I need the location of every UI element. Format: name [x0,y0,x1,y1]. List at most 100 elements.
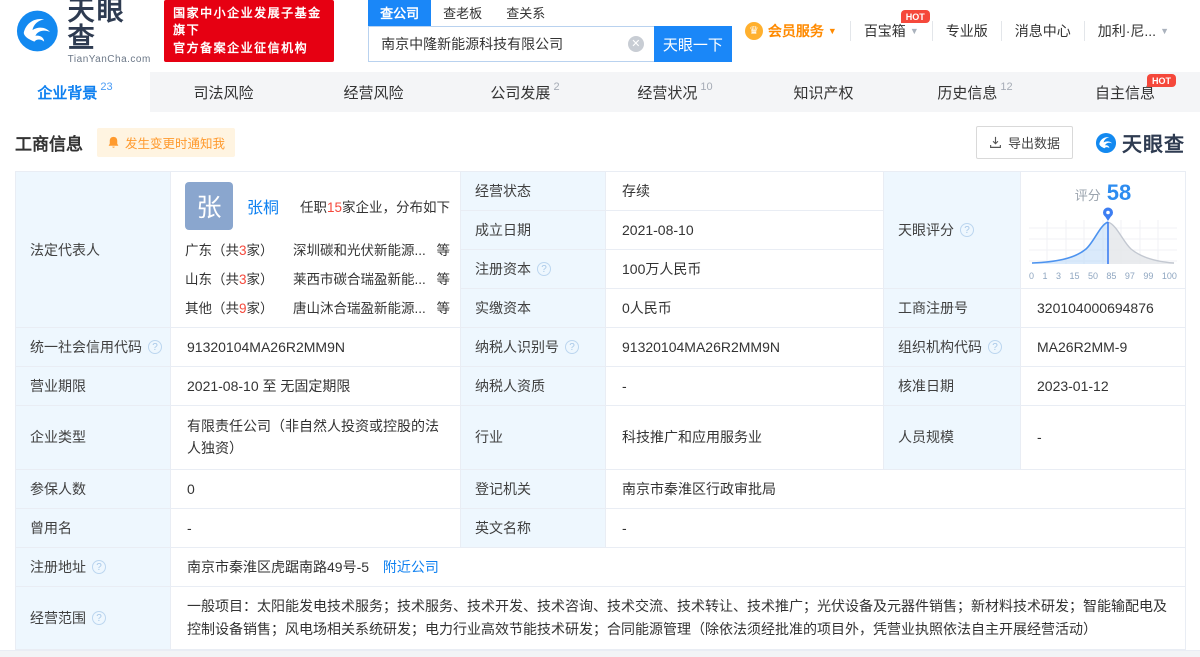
founded-value: 2021-08-10 [605,210,884,250]
business-scope-label: 经营范围? [15,585,171,650]
table-row: 企业类型 有限责任公司（非自然人投资或控股的法人独资） 行业 科技推广和应用服务… [15,405,1186,470]
download-icon [990,136,1001,148]
bell-icon [108,136,119,148]
score-label: 天眼评分? [883,171,1021,289]
org-code-value: MA26R2MM-9 [1020,327,1186,367]
tab-company-development[interactable]: 公司发展 2 [450,72,600,112]
tianyancha-watermark-logo: 天眼查 [1095,128,1185,157]
registry-value: 南京市秦淮区行政审批局 [605,468,1186,509]
address-value: 南京市秦淮区虎踞南路49号-5 附近公司 [170,546,1186,587]
help-icon[interactable]: ? [565,340,579,354]
chevron-down-icon: ▼ [909,26,919,36]
avatar[interactable]: 张 [185,182,233,230]
help-icon[interactable]: ? [960,223,974,237]
business-scope-value: 一般项目：太阳能发电技术服务；技术服务、技术开发、技术咨询、技术交流、技术转让、… [170,585,1186,650]
table-row: 曾用名 - 英文名称 - [15,507,1186,548]
reg-number-value: 320104000694876 [1020,288,1186,328]
help-icon[interactable]: ? [988,340,1002,354]
score-axis: 013 15 50 85 97 99 100 [1029,270,1177,281]
menu-pro-version[interactable]: 专业版 [931,21,1001,41]
industry-label: 行业 [460,405,606,470]
approval-date-label: 核准日期 [883,366,1021,406]
registry-label: 登记机关 [460,468,606,509]
tianyancha-swirl-icon [16,10,58,52]
tianyancha-logo[interactable]: 天眼查 TianYanCha.com [15,0,152,65]
table-row: 法定代表人 张 张桐 任职15家企业，分布如下 广东（共3家） 深圳碳和光伏新能… [15,171,1186,328]
tab-company-background[interactable]: 企业背景 23 [0,72,150,112]
taxpayer-id-value: 91320104MA26R2MM9N [605,327,884,367]
tab-operating-status[interactable]: 经营状况 10 [600,72,750,112]
map-pin-icon [1103,207,1113,221]
distribution-row[interactable]: 山东（共3家） 莱西市碳合瑞盈新能... 等 [185,268,452,288]
status-value: 存续 [605,171,884,211]
table-row: 注册地址? 南京市秦淮区虎踞南路49号-5 附近公司 [15,546,1186,587]
help-icon[interactable]: ? [92,559,106,574]
legal-rep-name-link[interactable]: 张桐 [247,194,279,218]
paid-capital-label: 实缴资本 [460,288,606,328]
export-data-button[interactable]: 导出数据 [975,126,1073,159]
founded-label: 成立日期 [460,210,606,250]
table-row: 统一社会信用代码? 91320104MA26R2MM9N 纳税人识别号? 913… [15,327,1186,367]
taxpayer-quality-label: 纳税人资质 [460,366,606,406]
search-button[interactable]: 天眼一下 [653,26,732,62]
menu-user-account[interactable]: 加利·尼... ▼ [1083,21,1182,41]
staff-size-value: - [1020,405,1186,470]
staff-size-label: 人员规模 [883,405,1021,470]
gov-certification-badge: 国家中小企业发展子基金旗下 官方备案企业征信机构 [164,0,335,63]
search-tabs: 查公司 查老板 查关系 [368,0,732,26]
search-input[interactable] [368,26,654,62]
business-info-header: 工商信息 发生变更时通知我 导出数据 天眼查 [0,112,1200,171]
hot-badge: HOT [900,10,930,23]
table-row: 参保人数 0 登记机关 南京市秦淮区行政审批局 [15,468,1186,509]
industry-value: 科技推广和应用服务业 [605,405,884,470]
insured-count-label: 参保人数 [15,468,171,509]
crown-icon: ♛ [744,22,763,40]
tab-self-info[interactable]: 自主信息 HOT [1050,72,1200,112]
page-bottom-strip [0,649,1200,657]
help-icon[interactable]: ? [148,340,162,354]
logo-title: 天眼查 [67,0,126,53]
score-distribution-chart [1029,207,1177,264]
term-label: 营业期限 [15,366,171,406]
tab-judicial-risk[interactable]: 司法风险 [150,72,300,112]
company-nav-tabs: 企业背景 23 司法风险 经营风险 公司发展 2 经营状况 10 知识产权 历史信息 1… [0,72,1200,112]
menu-toolbox[interactable]: HOT 百宝箱 ▼ [849,10,932,41]
search-tab-company[interactable]: 查公司 [368,0,432,26]
company-type-label: 企业类型 [15,405,171,470]
nearby-companies-link[interactable]: 附近公司 [383,559,439,575]
search-tab-relation[interactable]: 查关系 [494,0,557,26]
reg-number-label: 工商注册号 [883,288,1021,328]
chevron-down-icon: ▼ [1160,26,1169,36]
score-line: 评分 58 [1074,179,1132,205]
clear-input-icon[interactable]: ✕ [627,36,644,52]
distribution-row[interactable]: 其他（共9家） 唐山沐合瑞盈新能源... 等 [185,297,452,317]
top-header: 天眼查 TianYanCha.com 国家中小企业发展子基金旗下 官方备案企业征… [0,0,1200,65]
taxpayer-id-label: 纳税人识别号? [460,327,606,367]
search-tab-boss[interactable]: 查老板 [431,0,494,26]
hot-badge: HOT [1147,74,1176,87]
section-title: 工商信息 [15,135,83,154]
tab-operating-risk[interactable]: 经营风险 [300,72,450,112]
score-chart-cell[interactable]: 评分 58 0 1 3 15 50 85 97 99 100 [1020,171,1186,289]
tab-history-info[interactable]: 历史信息 12 [900,72,1050,112]
help-icon[interactable]: ? [92,610,106,625]
menu-vip-services[interactable]: ♛ 会员服务 ▼ [732,21,850,41]
credit-code-label: 统一社会信用代码? [15,327,171,367]
reg-capital-value: 100万人民币 [605,249,884,289]
search-module: 查公司 查老板 查关系 ✕ 天眼一下 [368,0,732,62]
help-icon[interactable]: ? [537,262,551,276]
company-type-value: 有限责任公司（非自然人投资或控股的法人独资） [170,405,461,470]
legal-rep-label: 法定代表人 [15,171,171,328]
tenure-text: 任职15家企业，分布如下 [299,200,450,215]
term-value: 2021-08-10 至 无固定期限 [170,366,461,406]
menu-message-center[interactable]: 消息中心 [1000,21,1084,41]
table-row: 经营范围? 一般项目：太阳能发电技术服务；技术服务、技术开发、技术咨询、技术交流… [15,585,1186,650]
logo-subtitle: TianYanCha.com [67,53,151,65]
org-code-label: 组织机构代码? [883,327,1021,367]
table-row: 营业期限 2021-08-10 至 无固定期限 纳税人资质 - 核准日期 202… [15,366,1186,406]
credit-code-value: 91320104MA26R2MM9N [170,327,461,367]
chevron-down-icon: ▼ [827,26,837,36]
notify-on-change-button[interactable]: 发生变更时通知我 [97,128,236,157]
distribution-row[interactable]: 广东（共3家） 深圳碳和光伏新能源... 等 [185,239,452,259]
tab-intellectual-property[interactable]: 知识产权 [750,72,900,112]
